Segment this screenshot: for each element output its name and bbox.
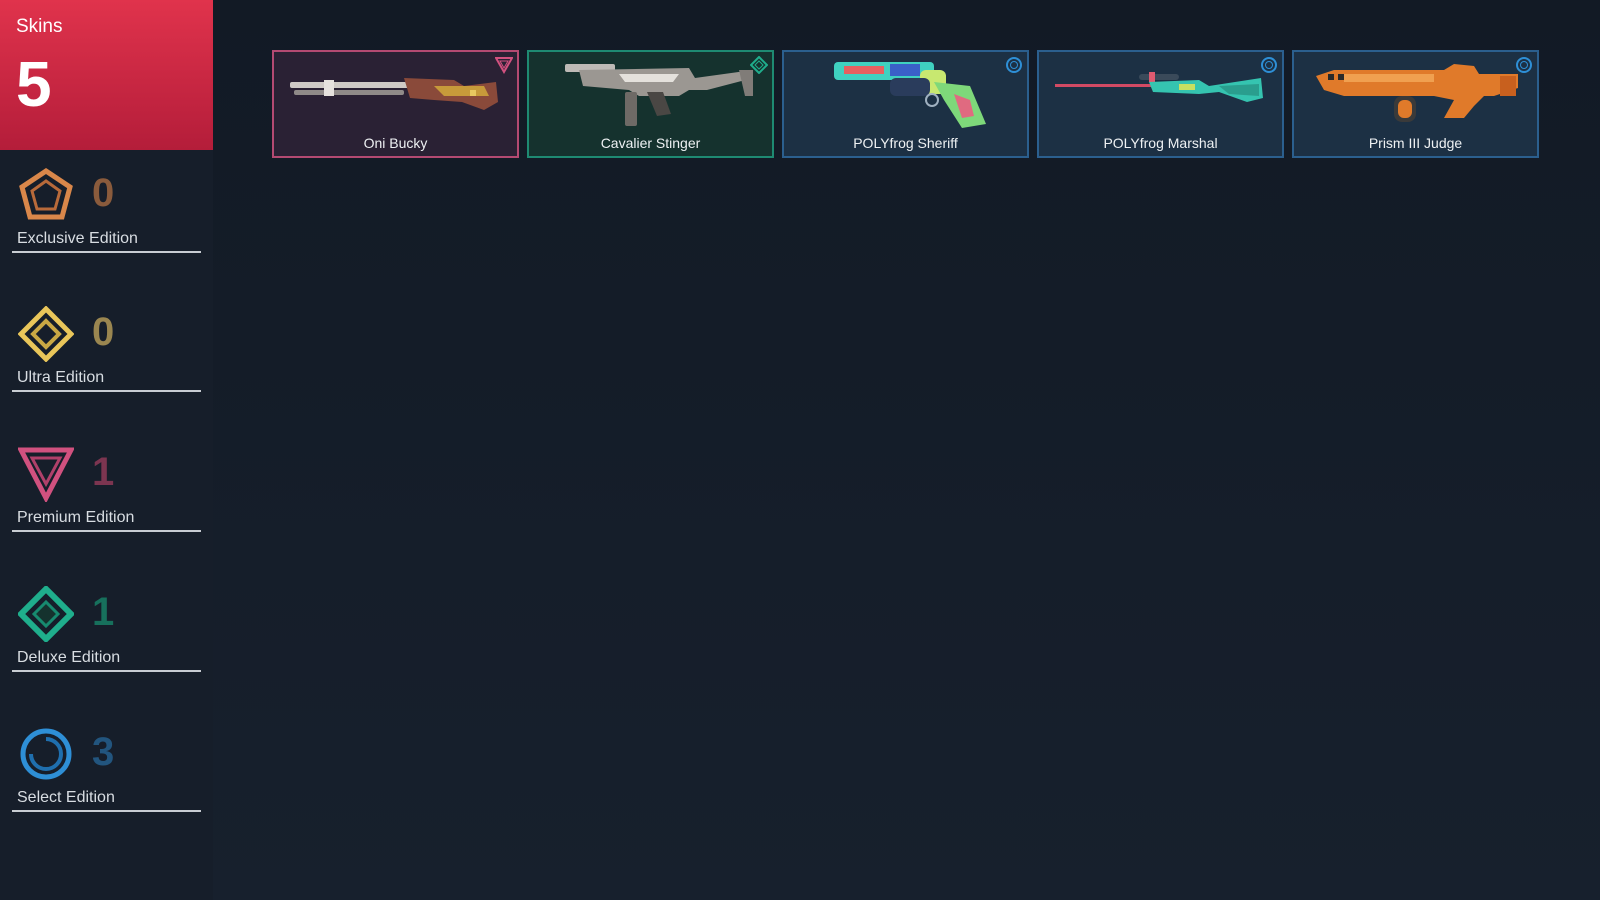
skin-name: Prism III Judge — [1368, 135, 1463, 151]
tier-label: Exclusive Edition — [17, 230, 138, 247]
auto-shotgun-weapon-icon — [1316, 64, 1518, 122]
tier-count: 3 — [92, 730, 115, 774]
skin-name: Cavalier Stinger — [600, 135, 701, 151]
select-circle-icon — [1006, 57, 1022, 73]
skin-card-cavalier-stinger[interactable]: Cavalier Stinger — [527, 50, 774, 158]
select-circle-icon — [20, 728, 72, 780]
skin-card-prism-iii-judge[interactable]: Prism III Judge — [1292, 50, 1539, 158]
tier-count: 0 — [92, 310, 115, 354]
tier-count: 1 — [92, 450, 115, 494]
smg-weapon-icon — [565, 64, 753, 126]
tier-underline — [12, 251, 201, 253]
deluxe-diamond-icon — [750, 56, 768, 74]
tier-underline — [12, 390, 201, 392]
skins-total-card: Skins 5 — [0, 0, 213, 150]
tier-underline — [12, 530, 201, 532]
skin-name: Oni Bucky — [363, 135, 428, 151]
tier-label: Ultra Edition — [17, 369, 105, 386]
sidebar: Skins 5 0 Exclusive Edition 0 Ultra Edit… — [0, 0, 213, 900]
ultra-diamond-icon — [18, 306, 74, 362]
skin-name: POLYfrog Sheriff — [853, 135, 958, 151]
skin-name: POLYfrog Marshal — [1103, 135, 1218, 151]
tier-premium-edition[interactable]: 1 Premium Edition — [12, 446, 201, 536]
tier-underline — [12, 670, 201, 672]
collection-screen: Skins 5 0 Exclusive Edition 0 Ultra Edit… — [0, 0, 1600, 900]
exclusive-pentagon-icon — [19, 167, 73, 220]
tier-count: 1 — [92, 590, 115, 634]
tier-underline — [12, 810, 201, 812]
skins-grid: Oni Bucky Cavalier Stinger POLYfrog Sher… — [272, 50, 1542, 158]
revolver-weapon-icon — [834, 62, 986, 128]
tier-select-edition[interactable]: 3 Select Edition — [12, 726, 201, 816]
tier-ultra-edition[interactable]: 0 Ultra Edition — [12, 306, 201, 396]
tier-label: Select Edition — [17, 789, 115, 806]
deluxe-diamond-icon — [18, 586, 74, 642]
select-circle-icon — [1516, 57, 1532, 73]
skins-total-count: 5 — [16, 48, 52, 120]
tier-label: Deluxe Edition — [17, 649, 121, 666]
skin-card-oni-bucky[interactable]: Oni Bucky — [272, 50, 519, 158]
sniper-weapon-icon — [1055, 72, 1263, 102]
premium-triangle-icon — [495, 57, 513, 74]
tier-count: 0 — [92, 171, 115, 215]
tier-deluxe-edition[interactable]: 1 Deluxe Edition — [12, 586, 201, 676]
skin-card-polyfrog-sheriff[interactable]: POLYfrog Sheriff — [782, 50, 1029, 158]
tier-exclusive-edition[interactable]: 0 Exclusive Edition — [12, 167, 201, 257]
skin-card-polyfrog-marshal[interactable]: POLYfrog Marshal — [1037, 50, 1284, 158]
tier-label: Premium Edition — [17, 509, 135, 526]
shotgun-weapon-icon — [290, 78, 498, 110]
skins-label: Skins — [16, 16, 63, 37]
select-circle-icon — [1261, 57, 1277, 73]
premium-triangle-icon — [18, 447, 74, 502]
